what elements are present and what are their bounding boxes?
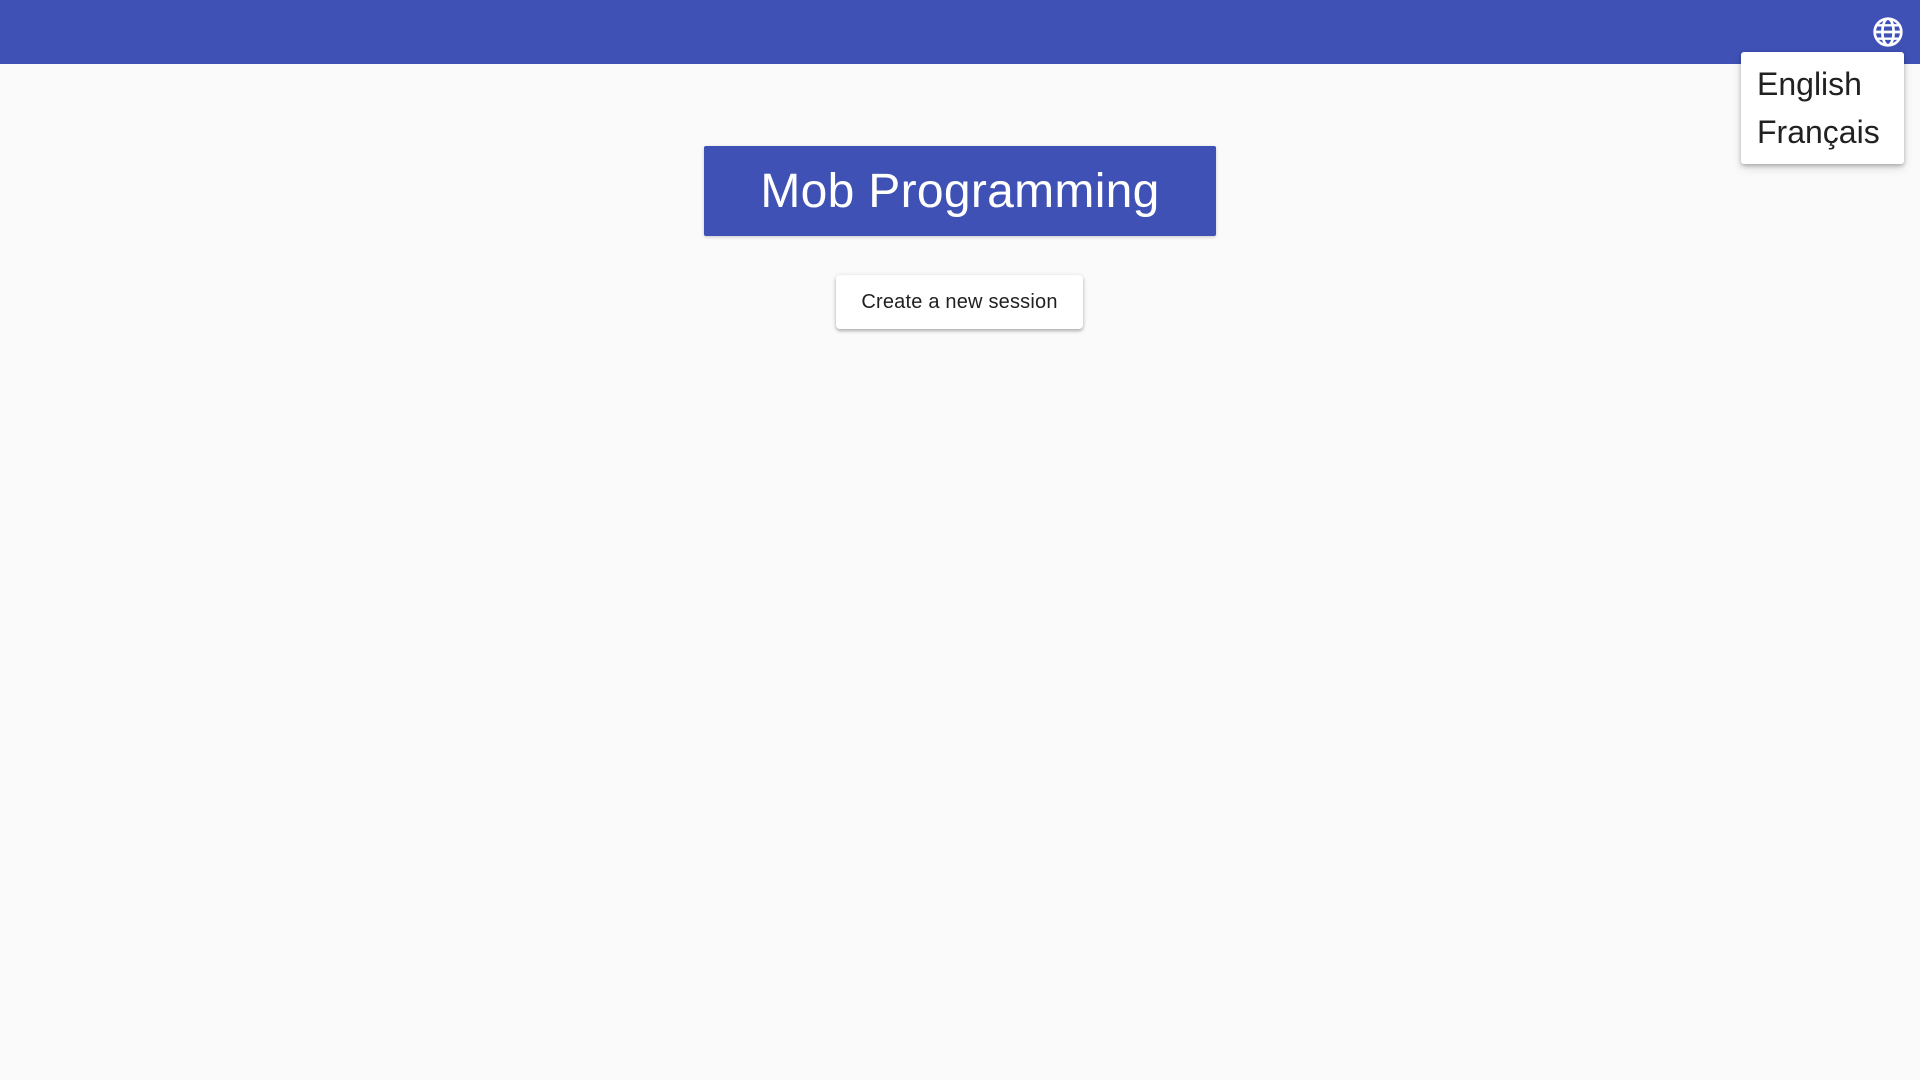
page-title: Mob Programming — [760, 164, 1160, 218]
create-session-button[interactable]: Create a new session — [836, 275, 1083, 329]
globe-icon — [1873, 17, 1903, 47]
page-title-banner: Mob Programming — [704, 146, 1216, 236]
language-button[interactable] — [1870, 14, 1906, 50]
top-app-bar — [0, 0, 1920, 64]
main-content: Mob Programming Create a new session — [0, 64, 1920, 1080]
